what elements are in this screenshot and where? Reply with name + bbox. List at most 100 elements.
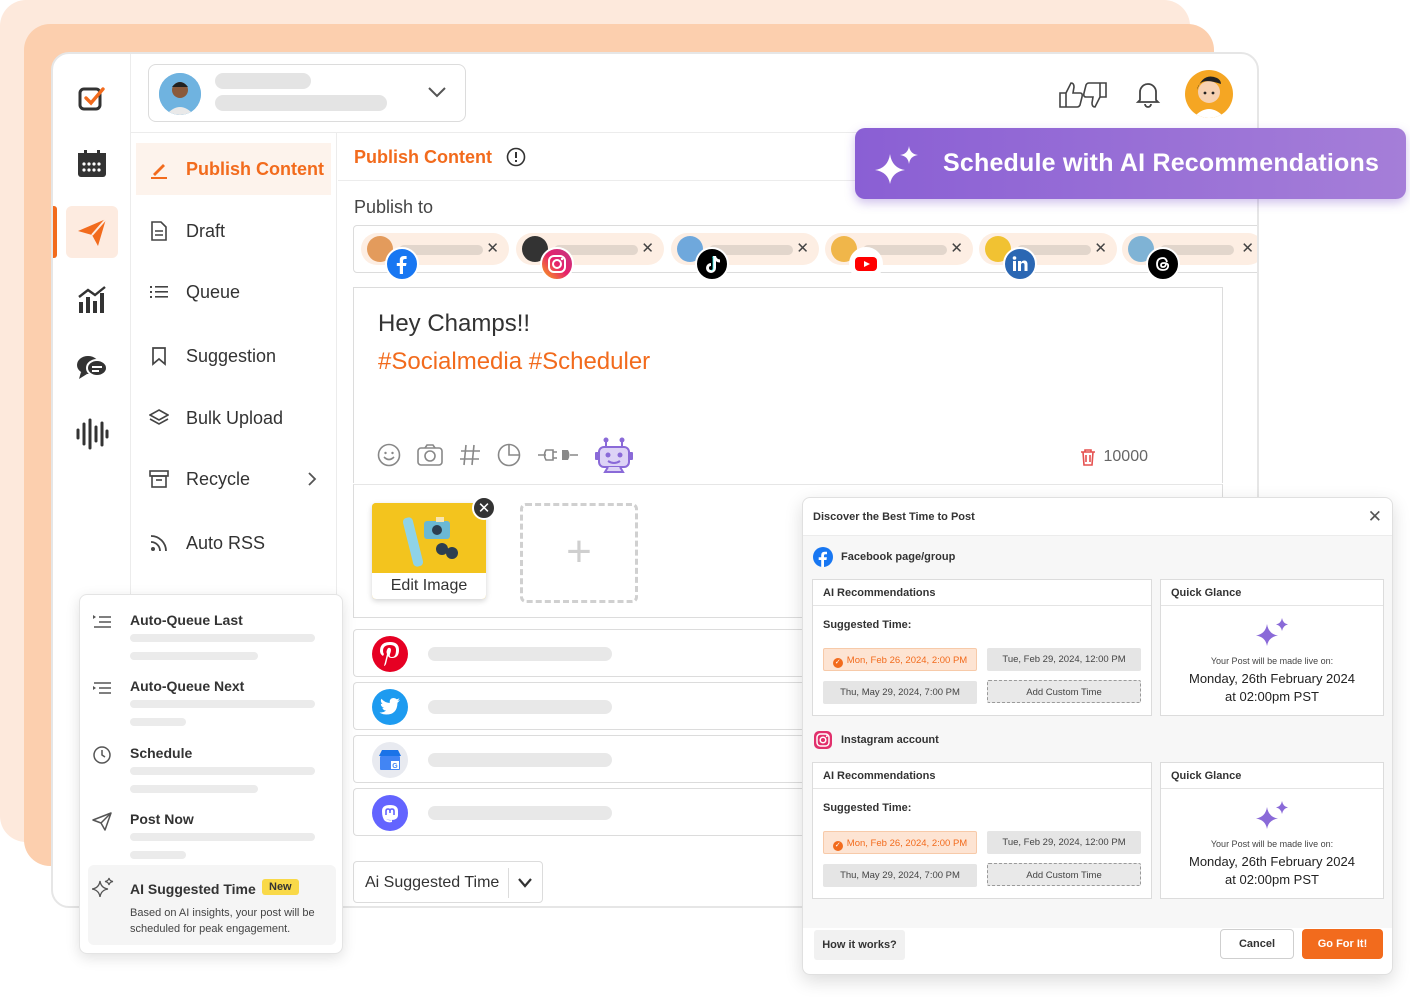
menu-item-desc-placeholder [130,718,186,726]
menu-item-desc-placeholder [130,634,315,642]
remove-account-icon[interactable]: ✕ [1094,239,1107,257]
box-title: AI Recommendations [813,763,1151,789]
remove-account-icon[interactable]: ✕ [486,239,499,257]
image-preview [372,503,486,573]
network-row-twitter[interactable] [353,682,823,730]
menu-item-ai-suggested-time[interactable]: AI Suggested Time New Based on AI insigh… [88,865,336,945]
subnav-item-label: Queue [186,281,241,302]
menu-item-desc-placeholder [130,652,258,660]
subnav-item-bulk-upload[interactable]: Bulk Upload [136,392,331,444]
youtube-icon [849,247,883,281]
user-avatar[interactable] [1185,70,1233,118]
remove-account-icon[interactable]: ✕ [950,239,963,257]
menu-item-desc-placeholder [130,767,315,775]
post-editor[interactable]: Hey Champs!! #Socialmedia #Scheduler 100… [353,287,1223,483]
trash-icon[interactable] [1080,448,1096,466]
pie-chart-icon[interactable] [496,442,522,468]
thumbs-up-down-icon[interactable] [1057,80,1109,110]
add-custom-time-button[interactable]: Add Custom Time [987,863,1141,886]
network-row-google-business[interactable]: G [353,735,823,783]
emoji-icon[interactable] [376,442,402,468]
facebook-icon [385,247,419,281]
go-for-it-button[interactable]: Go For It! [1302,929,1383,959]
edit-image-button[interactable]: Edit Image [372,573,486,599]
time-chip-selected[interactable]: ✓ Mon, Feb 26, 2024, 2:00 PM [823,831,977,854]
close-icon[interactable]: ✕ [1368,507,1382,527]
audio-wave-icon[interactable] [66,408,118,460]
hashtag-icon[interactable] [458,442,482,468]
add-custom-time-button[interactable]: Add Custom Time [987,680,1141,703]
ai-recommendations-banner[interactable]: Schedule with AI Recommendations [855,128,1406,199]
box-title: AI Recommendations [813,580,1151,606]
account-chip-facebook[interactable]: ✕ [361,233,509,281]
sparkles-icon [1256,801,1288,829]
subnav-item-suggestion[interactable]: Suggestion [136,330,331,382]
subnav-item-auto-rss[interactable]: Auto RSS [136,517,331,569]
logo-check-icon[interactable] [66,72,118,124]
paper-plane-icon [92,812,112,831]
subnav-item-queue[interactable]: Queue [136,266,331,318]
media-thumbnail[interactable]: Edit Image [372,503,486,599]
sparkles-icon [875,146,918,184]
post-text-line: Hey Champs!! [378,310,531,337]
how-it-works-button[interactable]: How it works? [814,930,905,960]
chat-icon[interactable] [66,341,118,393]
account-selector-bar: ✕ ✕ ✕ ✕ ✕ ✕ [353,225,1257,281]
remove-account-icon[interactable]: ✕ [641,239,654,257]
modal-title: Discover the Best Time to Post [813,511,975,523]
scheduled-date-line: Monday, 26th February 2024 [1189,671,1355,686]
twitter-icon [372,689,408,725]
publish-to-label: Publish to [354,197,434,217]
profile-selector[interactable] [148,64,466,122]
account-chip-tiktok[interactable]: ✕ [671,233,819,281]
add-media-button[interactable]: + [520,503,638,603]
profile-name-placeholder [215,73,311,89]
camera-icon[interactable] [416,442,444,468]
plug-icon[interactable] [536,442,580,468]
subnav-item-draft[interactable]: Draft [136,205,331,257]
account-chip-youtube[interactable]: ✕ [825,233,973,281]
info-icon[interactable] [506,147,526,167]
analytics-icon[interactable] [66,274,118,326]
time-chip[interactable]: Tue, Feb 29, 2024, 12:00 PM [987,831,1141,854]
cancel-button[interactable]: Cancel [1220,929,1294,959]
ai-recommendations-box: AI Recommendations Suggested Time: ✓ Mon,… [812,762,1152,899]
menu-item-desc-placeholder [130,833,315,841]
menu-item-title: Schedule [130,745,193,761]
remove-account-icon[interactable]: ✕ [796,239,809,257]
send-icon[interactable] [66,206,118,258]
pencil-icon [148,158,170,180]
robot-icon[interactable] [594,436,634,474]
subnav-item-recycle[interactable]: Recycle [136,453,331,505]
schedule-mode-select[interactable]: Ai Suggested Time [353,861,543,903]
suggested-time-label: Suggested Time: [823,619,912,631]
account-chip-instagram[interactable]: ✕ [516,233,664,281]
network-row-mastodon[interactable] [353,788,823,836]
chevron-down-icon [518,878,532,888]
account-chip-linkedin[interactable]: ✕ [979,233,1117,281]
select-separator [508,868,509,898]
check-icon: ✓ [832,658,843,668]
suggested-time-label: Suggested Time: [823,802,912,814]
time-chip[interactable]: Tue, Feb 29, 2024, 12:00 PM [987,648,1141,671]
remove-media-button[interactable]: ✕ [472,496,496,520]
queue-last-icon [93,615,111,628]
modal-body: Facebook page/group AI Recommendations S… [803,536,1392,928]
remove-account-icon[interactable]: ✕ [1241,239,1254,257]
calendar-icon[interactable] [66,138,118,190]
time-chip[interactable]: Thu, May 29, 2024, 7:00 PM [823,864,977,887]
live-text: Your Post will be made live on: [1210,839,1334,849]
menu-item-title: Post Now [130,811,194,827]
menu-item-desc-placeholder [130,785,258,793]
menu-item-title: Auto-Queue Next [130,678,245,694]
bell-icon[interactable] [1135,80,1161,108]
subnav-item-label: Suggestion [186,345,277,366]
network-row-pinterest[interactable] [353,629,823,677]
time-chip-label: Mon, Feb 26, 2024, 2:00 PM [846,655,968,666]
subnav-item-publish-content[interactable]: Publish Content [136,143,331,195]
account-chip-threads[interactable]: ✕ [1122,233,1257,281]
time-chip-selected[interactable]: ✓ Mon, Feb 26, 2024, 2:00 PM [823,648,977,671]
pinterest-icon [372,636,408,672]
time-chip[interactable]: Thu, May 29, 2024, 7:00 PM [823,681,977,704]
linkedin-icon [1003,247,1037,281]
